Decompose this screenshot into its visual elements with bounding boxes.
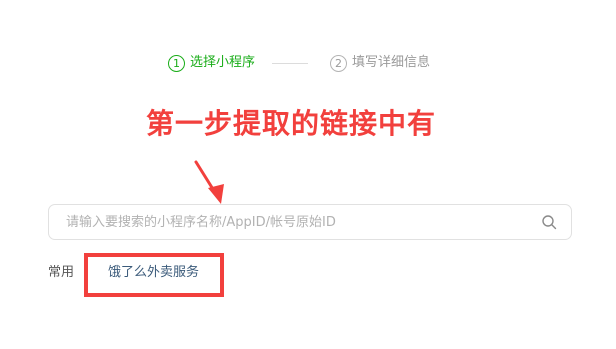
- common-item-eleme[interactable]: 饿了么外卖服务: [108, 263, 199, 283]
- annotation-text: 第一步提取的链接中有: [146, 107, 437, 140]
- step-label: 选择小程序: [190, 55, 256, 70]
- step-connector: [272, 62, 309, 64]
- step-label: 填写详细信息: [352, 55, 431, 70]
- step-number-badge: 2: [330, 54, 348, 72]
- step-select-miniprogram: 1 选择小程序: [168, 52, 255, 74]
- search-input[interactable]: [49, 205, 541, 239]
- step-fill-details: 2 填写详细信息: [330, 52, 430, 74]
- search-box: [48, 204, 572, 240]
- search-icon[interactable]: [541, 214, 557, 230]
- common-label: 常用: [48, 265, 75, 280]
- stepper: 1 选择小程序 2 填写详细信息: [168, 52, 430, 74]
- annotation-arrow-icon: [194, 160, 224, 204]
- step-number-badge: 1: [168, 54, 185, 72]
- page: 1 选择小程序 2 填写详细信息 第一步提取的链接中有 常用 饿了么外卖服务: [0, 0, 616, 349]
